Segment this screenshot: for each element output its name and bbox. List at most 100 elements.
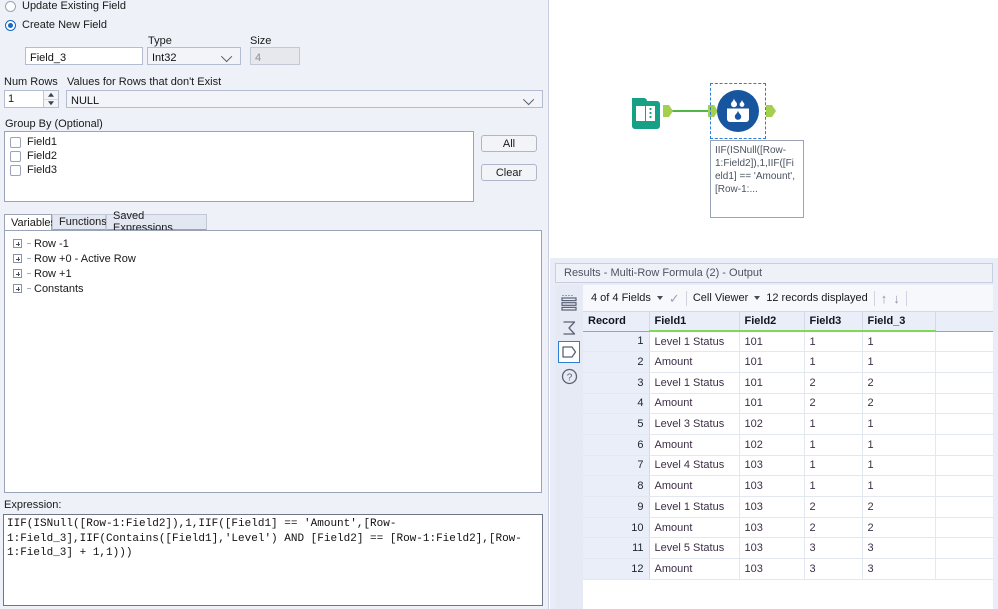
multi-row-formula-tool[interactable]	[716, 89, 760, 133]
cell-field_3[interactable]: 2	[862, 372, 936, 394]
cell-field3[interactable]: 1	[804, 331, 863, 353]
results-data-grid[interactable]: Record Field1 Field2 Field3 Field_3 1 Lev…	[583, 312, 993, 609]
cell-field2[interactable]: 103	[739, 558, 805, 580]
cell-field2[interactable]: 101	[739, 331, 805, 353]
tab-variables[interactable]: Variables	[4, 214, 56, 230]
expand-plus-icon[interactable]	[13, 254, 22, 263]
cell-field3[interactable]: 1	[804, 455, 863, 477]
expand-plus-icon[interactable]	[13, 269, 22, 278]
cell-field3[interactable]: 2	[804, 393, 863, 415]
stepper-up-button[interactable]	[44, 91, 58, 100]
table-row[interactable]: 5 Level 3 Status 102 1 1	[583, 413, 993, 435]
cell-field3[interactable]: 3	[804, 537, 863, 560]
table-row[interactable]: 12 Amount 103 3 3	[583, 558, 993, 580]
variables-tree[interactable]: Row -1 Row +0 - Active Row Row +1 Consta…	[4, 230, 542, 493]
help-question-icon[interactable]: ?	[558, 365, 580, 387]
cell-field3[interactable]: 2	[804, 372, 863, 394]
cell-field_3[interactable]: 1	[862, 455, 936, 477]
text-input-tool[interactable]	[629, 95, 663, 129]
cell-field1[interactable]: Level 1 Status	[649, 331, 740, 353]
cell-field2[interactable]: 101	[739, 372, 805, 394]
cell-record[interactable]: 3	[583, 372, 650, 394]
check-icon[interactable]: ✓	[669, 292, 680, 305]
table-row[interactable]: 7 Level 4 Status 103 1 1	[583, 455, 993, 477]
cell-field3[interactable]: 1	[804, 475, 863, 497]
cell-field3[interactable]: 1	[804, 434, 863, 456]
group-by-item-field2[interactable]: Field2	[5, 149, 473, 163]
cell-field3[interactable]: 2	[804, 517, 863, 539]
field-name-input[interactable]: Field_3	[25, 47, 143, 65]
cell-field2[interactable]: 103	[739, 455, 805, 477]
table-row[interactable]: 1 Level 1 Status 101 1 1	[583, 331, 993, 353]
checkbox-indicator[interactable]	[10, 136, 21, 148]
cell-record[interactable]: 4	[583, 393, 650, 415]
group-by-list[interactable]: Field1 Field2 Field3	[4, 131, 474, 202]
text-input-output-port[interactable]	[663, 105, 673, 117]
arrow-up-icon[interactable]: ↑	[881, 292, 888, 305]
group-by-item-field1[interactable]: Field1	[5, 135, 473, 149]
table-row[interactable]: 3 Level 1 Status 101 2 2	[583, 372, 993, 394]
metadata-tag-icon[interactable]	[558, 341, 580, 363]
cell-field1[interactable]: Amount	[649, 558, 740, 580]
checkbox-indicator[interactable]	[10, 150, 21, 162]
cell-field1[interactable]: Level 1 Status	[649, 372, 740, 394]
data-grid-icon[interactable]	[558, 293, 580, 315]
multi-row-formula-output-port[interactable]	[766, 105, 776, 117]
cell-field2[interactable]: 101	[739, 393, 805, 415]
stepper-down-button[interactable]	[44, 100, 58, 108]
values-missing-dropdown[interactable]: NULL	[66, 90, 543, 108]
table-row[interactable]: 2 Amount 101 1 1	[583, 351, 993, 373]
radio-create-new-field[interactable]: Create New Field	[5, 19, 107, 31]
column-header-field3[interactable]: Field3	[804, 312, 863, 332]
workflow-canvas[interactable]: IIF(ISNull([Row-1:Field2]),1,IIF([Field1…	[550, 0, 998, 258]
expand-plus-icon[interactable]	[13, 284, 22, 293]
arrow-down-icon[interactable]: ↓	[893, 292, 900, 305]
expand-plus-icon[interactable]	[13, 239, 22, 248]
cell-field1[interactable]: Amount	[649, 475, 740, 497]
chevron-down-icon[interactable]	[656, 296, 663, 300]
cell-field3[interactable]: 2	[804, 496, 863, 518]
cell-record[interactable]: 9	[583, 496, 650, 518]
cell-record[interactable]: 11	[583, 537, 650, 560]
summary-sigma-icon[interactable]	[558, 317, 580, 339]
stepper-buttons[interactable]	[43, 91, 58, 107]
cell-record[interactable]: 10	[583, 517, 650, 539]
cell-field1[interactable]: Level 5 Status	[649, 537, 740, 560]
tool-annotation-text[interactable]: IIF(ISNull([Row-1:Field2]),1,IIF([Field1…	[710, 140, 804, 218]
cell-field1[interactable]: Level 3 Status	[649, 413, 740, 435]
cell-field_3[interactable]: 2	[862, 517, 936, 539]
table-row[interactable]: 4 Amount 101 2 2	[583, 393, 993, 415]
cell-field1[interactable]: Amount	[649, 351, 740, 373]
cell-record[interactable]: 1	[583, 331, 650, 353]
expression-editor[interactable]: IIF(ISNull([Row-1:Field2]),1,IIF([Field1…	[3, 514, 543, 606]
cell-record[interactable]: 5	[583, 413, 650, 435]
table-row[interactable]: 6 Amount 102 1 1	[583, 434, 993, 456]
column-header-record[interactable]: Record	[583, 312, 650, 332]
radio-update-existing-field[interactable]: Update Existing Field	[5, 0, 126, 12]
column-header-field2[interactable]: Field2	[739, 312, 805, 332]
cell-field2[interactable]: 102	[739, 413, 805, 435]
tree-item-row-plus-0[interactable]: Row +0 - Active Row	[5, 251, 541, 266]
cell-field_3[interactable]: 2	[862, 393, 936, 415]
chevron-down-icon[interactable]	[754, 296, 761, 300]
cell-record[interactable]: 2	[583, 351, 650, 373]
tree-item-constants[interactable]: Constants	[5, 281, 541, 296]
cell-field3[interactable]: 1	[804, 351, 863, 373]
cell-field_3[interactable]: 1	[862, 351, 936, 373]
cell-field3[interactable]: 3	[804, 558, 863, 580]
checkbox-indicator[interactable]	[10, 164, 21, 176]
column-header-field1[interactable]: Field1	[649, 312, 740, 332]
cell-field2[interactable]: 101	[739, 351, 805, 373]
table-row[interactable]: 8 Amount 103 1 1	[583, 475, 993, 497]
tab-functions[interactable]: Functions	[52, 214, 107, 230]
cell-field_3[interactable]: 1	[862, 331, 936, 353]
cell-field_3[interactable]: 3	[862, 558, 936, 580]
table-row[interactable]: 9 Level 1 Status 103 2 2	[583, 496, 993, 518]
cell-field1[interactable]: Level 1 Status	[649, 496, 740, 518]
cell-record[interactable]: 12	[583, 558, 650, 580]
cell-field_3[interactable]: 1	[862, 475, 936, 497]
fields-selector-label[interactable]: 4 of 4 Fields	[591, 292, 651, 304]
cell-record[interactable]: 8	[583, 475, 650, 497]
cell-field1[interactable]: Amount	[649, 517, 740, 539]
cell-field2[interactable]: 103	[739, 537, 805, 560]
